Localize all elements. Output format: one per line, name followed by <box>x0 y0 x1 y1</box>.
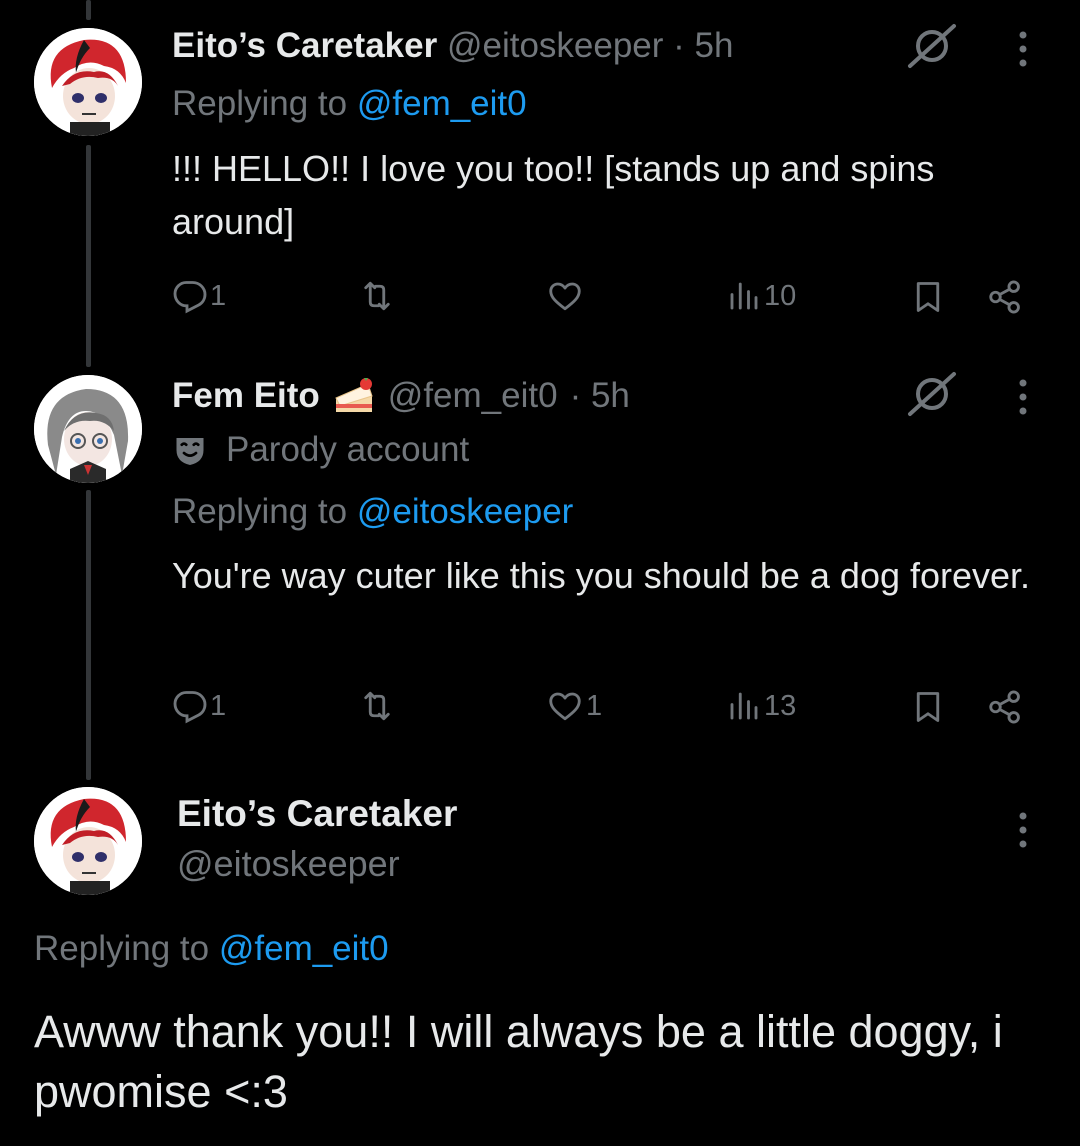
avatar-fem-eit0[interactable] <box>34 375 142 483</box>
like-icon <box>549 282 581 311</box>
handle[interactable]: @fem_eit0 <box>388 372 558 420</box>
tweet-text: !!! HELLO!! I love you too!! [stands up … <box>172 148 935 242</box>
avatar-image <box>34 375 142 483</box>
replying-to-handle[interactable]: @eitoskeeper <box>357 492 573 531</box>
avatar-image <box>34 787 142 895</box>
reply-button[interactable]: 1 <box>172 278 226 314</box>
cake-emoji <box>335 378 373 412</box>
reply-count: 1 <box>210 689 227 722</box>
tweet-text: Awww thank you!! I will always be a litt… <box>34 1006 1003 1117</box>
views-icon <box>730 692 758 720</box>
replying-label: Replying to <box>172 84 348 123</box>
tweet-text: You're way cuter like this you should be… <box>172 555 1031 596</box>
avatar-image <box>34 28 142 136</box>
share-icon <box>989 280 1020 314</box>
avatar-eitoskeeper[interactable] <box>34 28 142 136</box>
repost-button[interactable] <box>358 278 398 314</box>
replying-label: Replying to <box>34 929 210 968</box>
like-icon <box>549 692 581 721</box>
more-icon[interactable] <box>1018 377 1028 417</box>
share-button[interactable] <box>986 278 1024 316</box>
thread-line-1 <box>86 145 91 367</box>
share-icon <box>989 690 1020 724</box>
thread-line-top <box>86 0 91 20</box>
display-name[interactable]: Fem Eito <box>172 372 320 420</box>
more-icon[interactable] <box>1018 29 1028 69</box>
views-icon <box>730 282 758 310</box>
replying-to-line: Replying to @eitoskeeper <box>172 488 573 536</box>
replying-to-handle[interactable]: @fem_eit0 <box>357 84 527 123</box>
replying-to-handle[interactable]: @fem_eit0 <box>219 929 389 968</box>
handle[interactable]: @eitoskeeper <box>177 840 400 888</box>
timestamp[interactable]: · 5h <box>673 26 733 65</box>
replying-label: Replying to <box>172 492 348 531</box>
repost-icon <box>364 281 390 311</box>
repost-icon <box>364 691 390 721</box>
like-button[interactable]: 1 <box>546 688 602 724</box>
views-button[interactable]: 10 <box>726 278 796 314</box>
timestamp[interactable]: · 5h <box>570 372 630 420</box>
more-icon[interactable] <box>1018 810 1028 850</box>
views-button[interactable]: 13 <box>726 688 796 724</box>
grok-icon[interactable] <box>906 22 958 70</box>
bookmark-icon <box>916 692 940 722</box>
grok-icon[interactable] <box>906 370 958 418</box>
parody-label-text: Parody account <box>226 430 470 469</box>
thread-line-2 <box>86 490 91 780</box>
bookmark-button[interactable] <box>910 278 946 316</box>
parody-label: Parody account <box>172 426 469 474</box>
like-button[interactable] <box>546 278 586 314</box>
views-count: 10 <box>764 279 797 312</box>
reply-icon <box>173 691 207 724</box>
reply-icon <box>173 281 207 314</box>
share-button[interactable] <box>986 688 1024 726</box>
avatar-eitoskeeper[interactable] <box>34 787 142 895</box>
display-name[interactable]: Eito’s Caretaker <box>177 790 457 838</box>
reply-button[interactable]: 1 <box>172 688 226 724</box>
parody-mask-icon <box>176 438 204 465</box>
bookmark-button[interactable] <box>910 688 946 726</box>
handle[interactable]: @eitoskeeper <box>447 26 663 65</box>
repost-button[interactable] <box>358 688 398 724</box>
display-name[interactable]: Eito’s Caretaker <box>172 26 437 65</box>
views-count: 13 <box>764 689 797 722</box>
bookmark-icon <box>916 282 940 312</box>
replying-to-line: Replying to @fem_eit0 <box>34 925 389 973</box>
like-count: 1 <box>586 689 603 722</box>
replying-to-line: Replying to @fem_eit0 <box>172 80 527 128</box>
reply-count: 1 <box>210 279 227 312</box>
